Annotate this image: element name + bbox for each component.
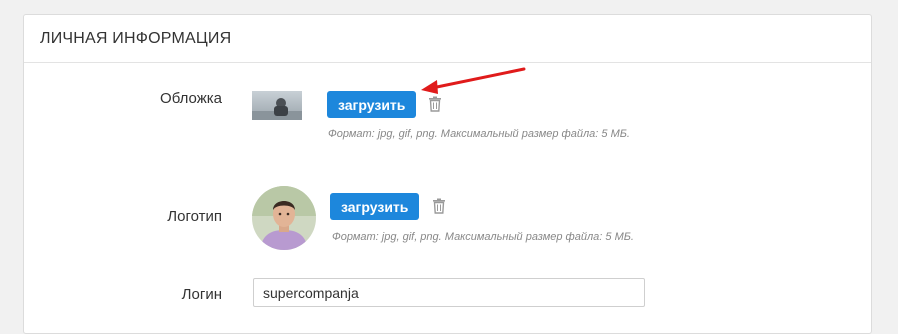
cover-label: Обложка <box>160 90 222 107</box>
logo-label: Логотип <box>167 208 222 225</box>
logo-upload-button[interactable]: загрузить <box>330 193 420 220</box>
cover-upload-button[interactable]: загрузить <box>327 91 417 118</box>
section-title: ЛИЧНАЯ ИНФОРМАЦИЯ <box>24 15 871 63</box>
cover-format-hint: Формат: jpg, gif, png. Максимальный разм… <box>328 128 630 140</box>
trash-icon[interactable] <box>432 198 446 214</box>
logo-avatar <box>252 186 316 250</box>
trash-icon[interactable] <box>428 96 442 112</box>
login-label: Логин <box>181 286 222 303</box>
cover-thumbnail <box>252 91 302 120</box>
login-field[interactable] <box>253 278 645 307</box>
logo-format-hint: Формат: jpg, gif, png. Максимальный разм… <box>332 231 634 243</box>
